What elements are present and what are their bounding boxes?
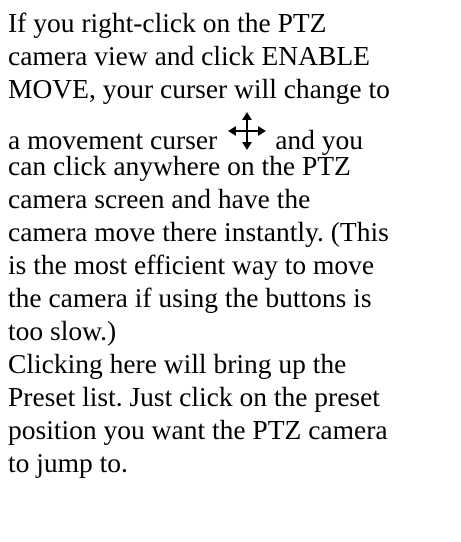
text-line: can click anywhere on the PTZ bbox=[8, 150, 351, 181]
text-line: MOVE, your curser will change to bbox=[8, 73, 390, 104]
text-line: camera screen and have the bbox=[8, 183, 311, 214]
text-line: the camera if using the buttons is bbox=[8, 282, 372, 313]
text-line: Preset list. Just click on the preset bbox=[8, 381, 380, 412]
text-line: camera move there instantly. (This bbox=[8, 216, 389, 247]
text-line: too slow.) bbox=[8, 315, 117, 346]
paragraph-preset-instructions: Clicking here will bring up the Preset l… bbox=[8, 347, 458, 479]
text-line: If you right-click on the PTZ bbox=[8, 7, 327, 38]
text-line: to jump to. bbox=[8, 447, 128, 478]
text-line: is the most efficient way to move bbox=[8, 249, 375, 280]
move-cursor-icon bbox=[227, 111, 267, 151]
text-line: Clicking here will bring up the bbox=[8, 348, 347, 379]
paragraph-move-instructions: If you right-click on the PTZ camera vie… bbox=[8, 6, 458, 347]
document-body: If you right-click on the PTZ camera vie… bbox=[8, 6, 458, 479]
text-line: camera view and click ENABLE bbox=[8, 40, 370, 71]
text-line: position you want the PTZ camera bbox=[8, 414, 388, 445]
